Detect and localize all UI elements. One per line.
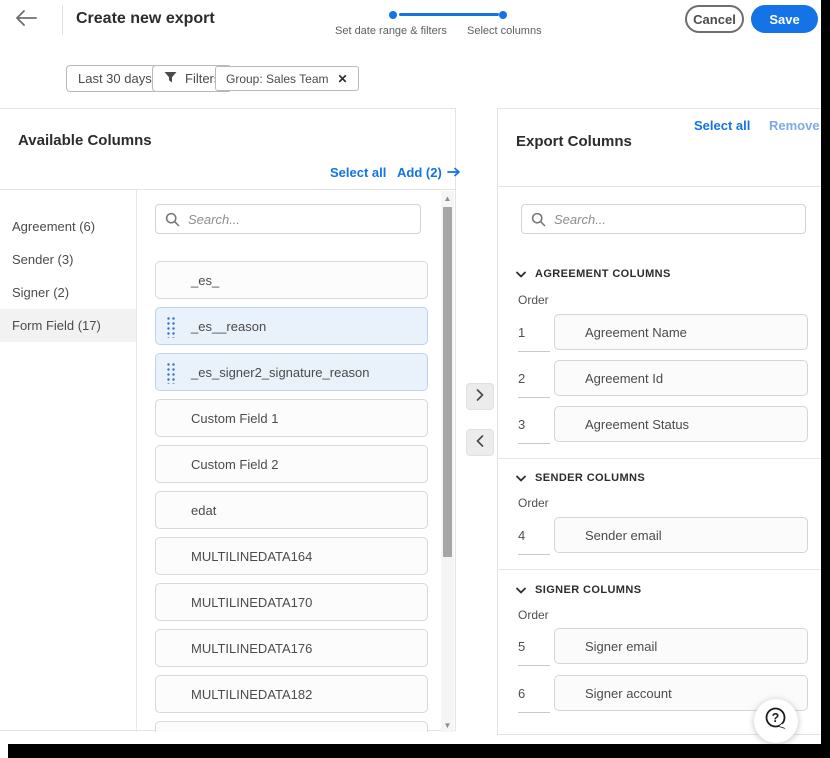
- order-number[interactable]: 2: [518, 360, 550, 398]
- create-export-screen: Create new export Set date range & filte…: [0, 0, 830, 758]
- screenshot-border-right: [821, 0, 830, 758]
- export-row: 4 Sender email: [518, 517, 808, 557]
- list-item[interactable]: MULTILINEDATA170: [155, 583, 428, 621]
- order-label: Order: [518, 608, 549, 622]
- export-item[interactable]: Signer email: [554, 628, 808, 664]
- step-dot-select-columns: [499, 11, 507, 19]
- export-row: 2 Agreement Id: [518, 360, 808, 400]
- chevron-down-icon: [516, 469, 526, 487]
- category-form-field[interactable]: Form Field (17): [0, 309, 136, 342]
- available-columns-panel: Available Columns Select all Add (2) Agr…: [0, 108, 456, 731]
- list-item[interactable]: Custom Field 2: [155, 445, 428, 483]
- back-button[interactable]: [14, 9, 46, 33]
- chevron-right-icon: [476, 388, 484, 406]
- drag-handle-icon[interactable]: [166, 316, 175, 338]
- list-item[interactable]: MULTILINEDATA176: [155, 629, 428, 667]
- available-search: [155, 204, 421, 234]
- scroll-up-arrow-icon[interactable]: ▲: [441, 191, 454, 205]
- order-label: Order: [518, 496, 549, 510]
- chevron-left-icon: [476, 434, 484, 452]
- cancel-button[interactable]: Cancel: [685, 5, 744, 33]
- help-button[interactable]: ?: [754, 699, 798, 743]
- date-range-value: Last 30 days: [78, 71, 152, 86]
- screenshot-border-bottom: [8, 744, 830, 758]
- drag-handle-icon[interactable]: [166, 362, 175, 384]
- order-number[interactable]: 6: [518, 675, 550, 713]
- export-item[interactable]: Agreement Status: [554, 406, 808, 442]
- export-remove-link[interactable]: Remove: [769, 118, 820, 133]
- add-columns-link[interactable]: Add (2): [397, 165, 461, 180]
- export-row: 5 Signer email: [518, 628, 808, 668]
- move-right-button[interactable]: [466, 383, 494, 410]
- header-divider: [62, 5, 63, 35]
- scrollbar-thumb[interactable]: [443, 207, 452, 557]
- arrow-right-icon: [447, 165, 461, 180]
- filter-funnel-icon: [164, 71, 177, 87]
- order-number[interactable]: 1: [518, 314, 550, 352]
- export-row: 1 Agreement Name: [518, 314, 808, 354]
- save-button[interactable]: Save: [751, 5, 818, 33]
- list-item[interactable]: _es_: [155, 261, 428, 299]
- move-left-button[interactable]: [466, 429, 494, 456]
- available-columns-title: Available Columns: [18, 132, 152, 149]
- add-columns-label: Add (2): [397, 165, 442, 180]
- export-item[interactable]: Sender email: [554, 517, 808, 553]
- category-agreement[interactable]: Agreement (6): [0, 210, 136, 243]
- export-columns-title: Export Columns: [516, 133, 632, 150]
- export-select-all-link[interactable]: Select all: [694, 118, 750, 133]
- list-item-partial[interactable]: [155, 721, 428, 732]
- section-header-agreement[interactable]: AGREEMENT COLUMNS: [516, 265, 671, 283]
- available-select-all-link[interactable]: Select all: [330, 165, 386, 180]
- category-signer[interactable]: Signer (2): [0, 276, 136, 309]
- available-search-input[interactable]: [156, 205, 420, 233]
- chevron-down-icon: [516, 581, 526, 599]
- close-x-icon[interactable]: ✕: [338, 72, 348, 86]
- chevron-down-icon: [516, 265, 526, 283]
- export-item[interactable]: Agreement Name: [554, 314, 808, 350]
- panel-header-divider: [498, 186, 830, 187]
- help-question-icon: ?: [762, 705, 790, 738]
- export-columns-panel: Select all Remove Export Columns AGREEME…: [497, 108, 830, 735]
- order-number[interactable]: 5: [518, 628, 550, 666]
- export-search: [521, 204, 806, 234]
- step-connector-line: [399, 13, 499, 16]
- back-arrow-icon: [14, 14, 38, 31]
- svg-text:?: ?: [772, 711, 780, 725]
- export-search-input[interactable]: [522, 205, 805, 233]
- order-number[interactable]: 4: [518, 517, 550, 555]
- list-item[interactable]: edat: [155, 491, 428, 529]
- export-row: 3 Agreement Status: [518, 406, 808, 446]
- list-item-selected[interactable]: _es_signer2_signature_reason: [155, 353, 428, 391]
- filter-tag-label: Group: Sales Team: [226, 72, 329, 86]
- section-divider: [498, 458, 830, 459]
- section-header-sender[interactable]: SENDER COLUMNS: [516, 469, 645, 487]
- filter-tag-group: Group: Sales Team ✕: [215, 66, 359, 91]
- category-list: Agreement (6) Sender (3) Signer (2) Form…: [0, 190, 137, 732]
- list-item[interactable]: MULTILINEDATA164: [155, 537, 428, 575]
- list-item[interactable]: Custom Field 1: [155, 399, 428, 437]
- order-number[interactable]: 3: [518, 406, 550, 444]
- scroll-down-arrow-icon[interactable]: ▼: [441, 718, 454, 732]
- step-dot-date-range: [389, 11, 397, 19]
- list-item-selected[interactable]: _es__reason: [155, 307, 428, 345]
- list-item[interactable]: MULTILINEDATA182: [155, 675, 428, 713]
- section-header-signer[interactable]: SIGNER COLUMNS: [516, 581, 641, 599]
- available-items-list: _es_ _es__reason _es_signer2_signature_r…: [155, 261, 428, 732]
- order-label: Order: [518, 293, 549, 307]
- export-item[interactable]: Agreement Id: [554, 360, 808, 396]
- page-title: Create new export: [76, 10, 215, 28]
- step-label-date-range[interactable]: Set date range & filters: [335, 25, 447, 37]
- section-divider: [498, 569, 830, 570]
- available-list-scrollbar[interactable]: ▲ ▼: [441, 191, 454, 732]
- category-sender[interactable]: Sender (3): [0, 243, 136, 276]
- step-label-select-columns[interactable]: Select columns: [467, 25, 542, 37]
